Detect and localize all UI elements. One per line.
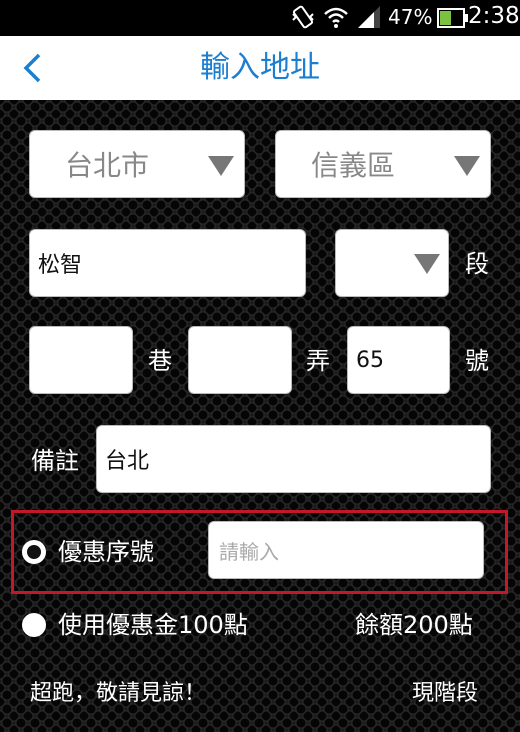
- wifi-icon: [323, 4, 349, 36]
- coupon-code-input[interactable]: 請輸入: [208, 521, 484, 579]
- section-label: 段: [465, 250, 489, 278]
- signal-icon: [356, 4, 382, 36]
- alley-input[interactable]: [188, 326, 292, 394]
- alley-label: 弄: [306, 347, 330, 375]
- dropdown-arrow-icon: [414, 254, 440, 274]
- page-title: 輸入地址: [200, 50, 320, 85]
- city-select[interactable]: 台北市: [29, 130, 245, 198]
- notice-ticker-right: 現階段: [412, 681, 479, 706]
- district-select-value: 信義區: [310, 149, 395, 182]
- coupon-radio[interactable]: [22, 540, 46, 564]
- lane-label: 巷: [148, 347, 172, 375]
- note-input[interactable]: 台北: [96, 425, 491, 493]
- nav-bar: 輸入地址: [0, 36, 520, 101]
- battery-icon: [437, 7, 469, 35]
- road-input[interactable]: 松智: [29, 229, 306, 297]
- dropdown-arrow-icon: [454, 156, 480, 176]
- battery-percent: 47%: [388, 5, 433, 29]
- section-select[interactable]: [335, 229, 449, 297]
- number-label: 號: [465, 347, 489, 375]
- points-use-label: 使用優惠金100點: [58, 611, 248, 639]
- district-select[interactable]: 信義區: [275, 130, 491, 198]
- section-select-value: [336, 230, 388, 296]
- notice-ticker-left: 超跑，敬請見諒！: [30, 681, 207, 706]
- lane-input[interactable]: [29, 326, 133, 394]
- city-select-value: 台北市: [64, 149, 149, 182]
- number-input[interactable]: 65: [347, 326, 450, 394]
- points-balance-label: 餘額200點: [355, 611, 473, 639]
- clock: 2:38: [468, 3, 520, 29]
- status-bar: 47% 2:38: [0, 0, 520, 36]
- dropdown-arrow-icon: [208, 156, 234, 176]
- vibrate-icon: [290, 4, 316, 36]
- note-label: 備註: [31, 447, 79, 475]
- points-radio[interactable]: [22, 613, 46, 637]
- coupon-label: 優惠序號: [58, 538, 154, 566]
